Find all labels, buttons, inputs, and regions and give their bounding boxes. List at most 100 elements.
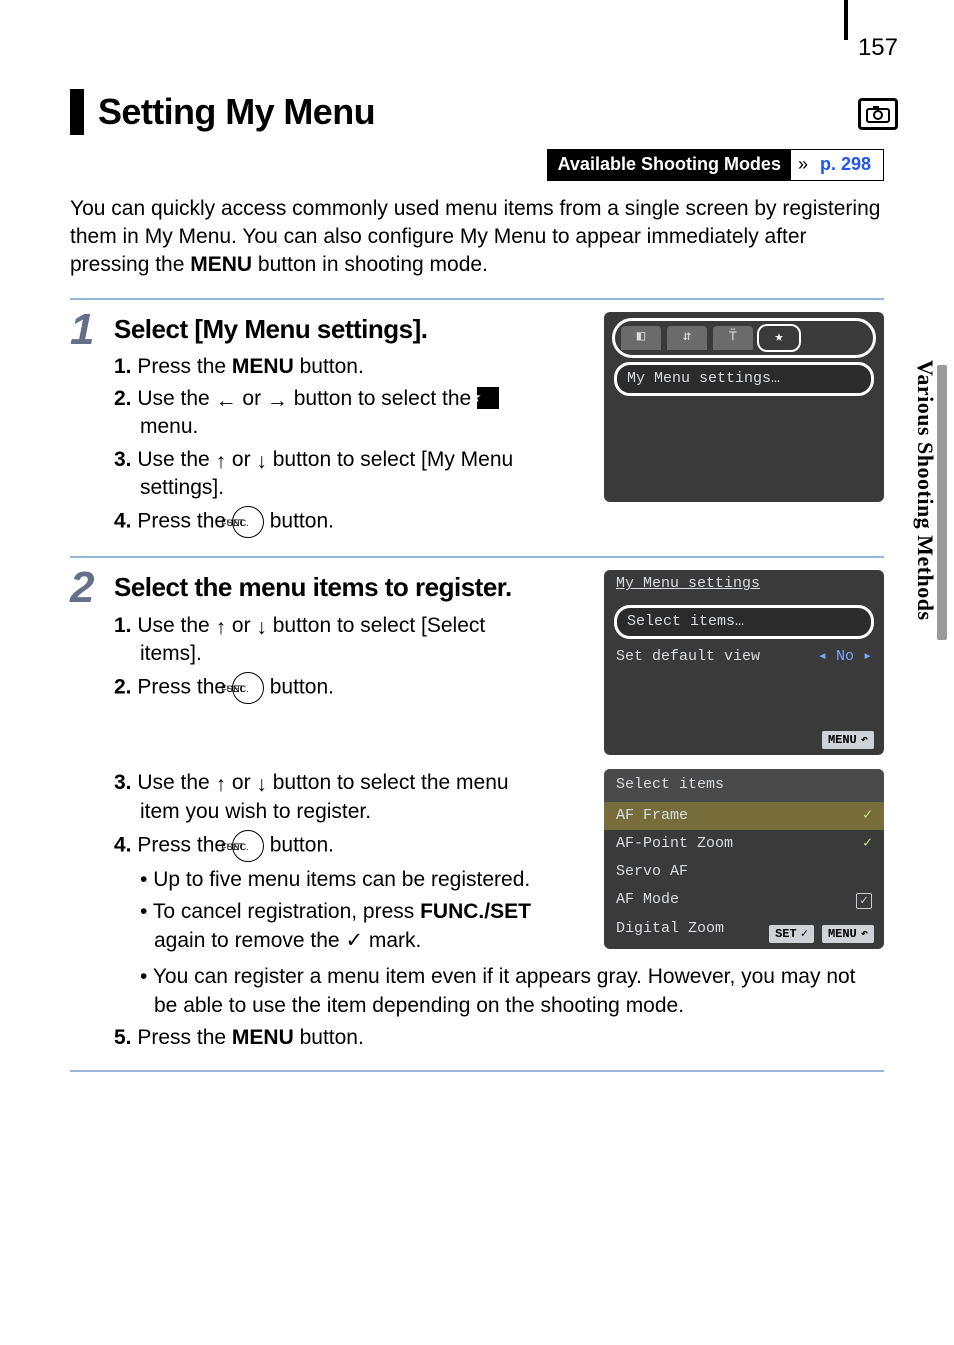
camera-icon	[858, 98, 898, 130]
step2-l3-b: or	[226, 771, 256, 794]
step1-line3: 3. Use the ↑ or ↓ button to select [My M…	[114, 446, 534, 503]
step1-l2-d: menu.	[140, 415, 198, 438]
step2-l1-b: or	[226, 614, 256, 637]
lcd2-row-default-view: Set default view ◂ No ▸	[604, 643, 884, 671]
step2-l5-b: button.	[294, 1026, 364, 1049]
step2-line5: 5. Press the MENU button.	[114, 1024, 884, 1052]
step-2-number: 2	[70, 566, 106, 1056]
down-arrow-icon: ↓	[256, 773, 267, 796]
step1-l4-num: 4.	[114, 510, 132, 533]
step2-b2-funcset: FUNC./SET	[420, 900, 531, 923]
step-1: 1 Select [My Menu settings]. 1. Press th…	[70, 300, 884, 559]
lcd3-menu-button: MENU ↶	[822, 925, 874, 943]
func-set-button-icon: FUNC.SET	[232, 506, 264, 538]
lcd3-row-af-frame: AF Frame✓	[604, 802, 884, 830]
step2-l3-num: 3.	[114, 771, 132, 794]
lcd-screenshot-3: Select items AF Frame✓ AF-Point Zoom✓ Se…	[604, 769, 884, 949]
available-modes-row: Available Shooting Modes » p. 298	[70, 149, 884, 181]
lcd1-tab-person-icon: ⍡	[713, 326, 753, 350]
down-arrow-icon: ↓	[256, 450, 267, 473]
step1-l1-num: 1.	[114, 355, 132, 378]
right-arrow-icon: →	[267, 389, 288, 412]
step2-l1-a: Use the	[132, 614, 216, 637]
page-number: 157	[858, 32, 898, 64]
step2-l5-a: Press the	[132, 1026, 232, 1049]
lcd2-highlighted-item: Select items…	[614, 605, 874, 639]
up-arrow-icon: ↑	[216, 450, 227, 473]
step2-l2-b: button.	[264, 676, 334, 699]
title-accent-bar	[70, 89, 84, 135]
section-side-tab: Various Shooting Methods	[910, 360, 940, 621]
step2-bullet-3: You can register a menu item even if it …	[114, 963, 884, 1020]
step1-l3-num: 3.	[114, 448, 132, 471]
lcd-screenshot-2: My Menu settings Select items… Set defau…	[604, 570, 884, 755]
func-set-button-icon: FUNC.SET	[232, 672, 264, 704]
step2-line3: 3. Use the ↑ or ↓ button to select the m…	[114, 769, 534, 826]
step2-line4: 4. Press the FUNC.SET button.	[114, 830, 534, 862]
lcd3-row-af-mode: AF Mode✓	[604, 886, 884, 914]
lcd3-set-button: SET ✓	[769, 925, 814, 943]
step1-line1: 1. Press the MENU button.	[114, 353, 534, 381]
step1-l4-b: button.	[264, 510, 334, 533]
step-2: 2 Select the menu items to register. 1. …	[70, 558, 884, 1072]
step2-line1: 1. Use the ↑ or ↓ button to select [Sele…	[114, 612, 534, 669]
lcd1-item-text: My Menu settings…	[627, 370, 780, 387]
step2-l4-b: button.	[264, 834, 334, 857]
step1-l2-b: or	[237, 387, 267, 410]
step2-l1-num: 1.	[114, 614, 132, 637]
checkbox-icon: ✓	[856, 893, 872, 909]
up-arrow-icon: ↑	[216, 773, 227, 796]
page-title: Setting My Menu	[98, 88, 375, 137]
left-arrow-icon: ←	[216, 389, 237, 412]
lcd2-sel-text: Select items…	[627, 613, 744, 630]
star-menu-icon: ★	[477, 387, 499, 409]
lcd2-menu-button: MENU ↶	[822, 731, 874, 749]
step1-l3-a: Use the	[132, 448, 216, 471]
lcd1-tab-camera-icon: ◧	[621, 326, 661, 350]
lcd3-row-af-point-zoom: AF-Point Zoom✓	[604, 830, 884, 858]
step2-l4-num: 4.	[114, 834, 132, 857]
step1-l1-menu: MENU	[232, 355, 294, 378]
chevron-icon: »	[791, 150, 814, 180]
step2-l5-num: 5.	[114, 1026, 132, 1049]
available-modes-label: Available Shooting Modes	[548, 150, 791, 180]
step1-line2: 2. Use the ← or → button to select the ★…	[114, 385, 534, 442]
intro-menu-word: MENU	[190, 253, 252, 276]
step2-bullet-1: Up to five menu items can be registered.	[114, 866, 534, 894]
lcd2-row2-label: Set default view	[616, 647, 760, 667]
lcd3-title: Select items	[604, 769, 884, 801]
step1-l2-num: 2.	[114, 387, 132, 410]
lcd3-row-servo-af: Servo AF	[604, 858, 884, 886]
step2-l2-a: Press the	[132, 676, 232, 699]
page-title-row: Setting My Menu	[70, 88, 884, 137]
page-number-tick	[844, 0, 848, 40]
lcd-screenshot-1: ◧ ⇵ ⍡ ★ My Menu settings…	[604, 312, 884, 502]
step2-b2-c: again to remove the ✓ mark.	[154, 929, 421, 952]
step-2-title: Select the menu items to register.	[114, 570, 534, 605]
step2-l3-a: Use the	[132, 771, 216, 794]
lcd2-row2-value: No	[836, 648, 854, 665]
up-arrow-icon: ↑	[216, 616, 227, 639]
step-1-number: 1	[70, 308, 106, 543]
lcd1-highlighted-item: My Menu settings…	[614, 362, 874, 396]
step1-l3-b: or	[226, 448, 256, 471]
func-set-button-icon: FUNC.SET	[232, 830, 264, 862]
step1-l1-b: button.	[294, 355, 364, 378]
step2-line2: 2. Press the FUNC.SET button.	[114, 672, 534, 704]
step1-l2-c: button to select the	[288, 387, 477, 410]
lcd1-tab-tools-icon: ⇵	[667, 326, 707, 350]
intro-text-c: button in shooting mode.	[252, 253, 488, 276]
step2-bullet-2: To cancel registration, press FUNC./SET …	[114, 898, 534, 955]
step1-l4-a: Press the	[132, 510, 232, 533]
step1-l1-a: Press the	[132, 355, 232, 378]
lcd2-title: My Menu settings	[604, 570, 884, 600]
intro-paragraph: You can quickly access commonly used men…	[70, 195, 884, 280]
down-arrow-icon: ↓	[256, 616, 267, 639]
lcd1-tab-star-icon: ★	[757, 324, 801, 352]
step-1-title: Select [My Menu settings].	[114, 312, 534, 347]
step1-line4: 4. Press the FUNC.SET button.	[114, 506, 534, 538]
step1-l2-a: Use the	[132, 387, 216, 410]
page-reference-link[interactable]: p. 298	[814, 150, 883, 180]
step2-l5-menu: MENU	[232, 1026, 294, 1049]
step2-l2-num: 2.	[114, 676, 132, 699]
